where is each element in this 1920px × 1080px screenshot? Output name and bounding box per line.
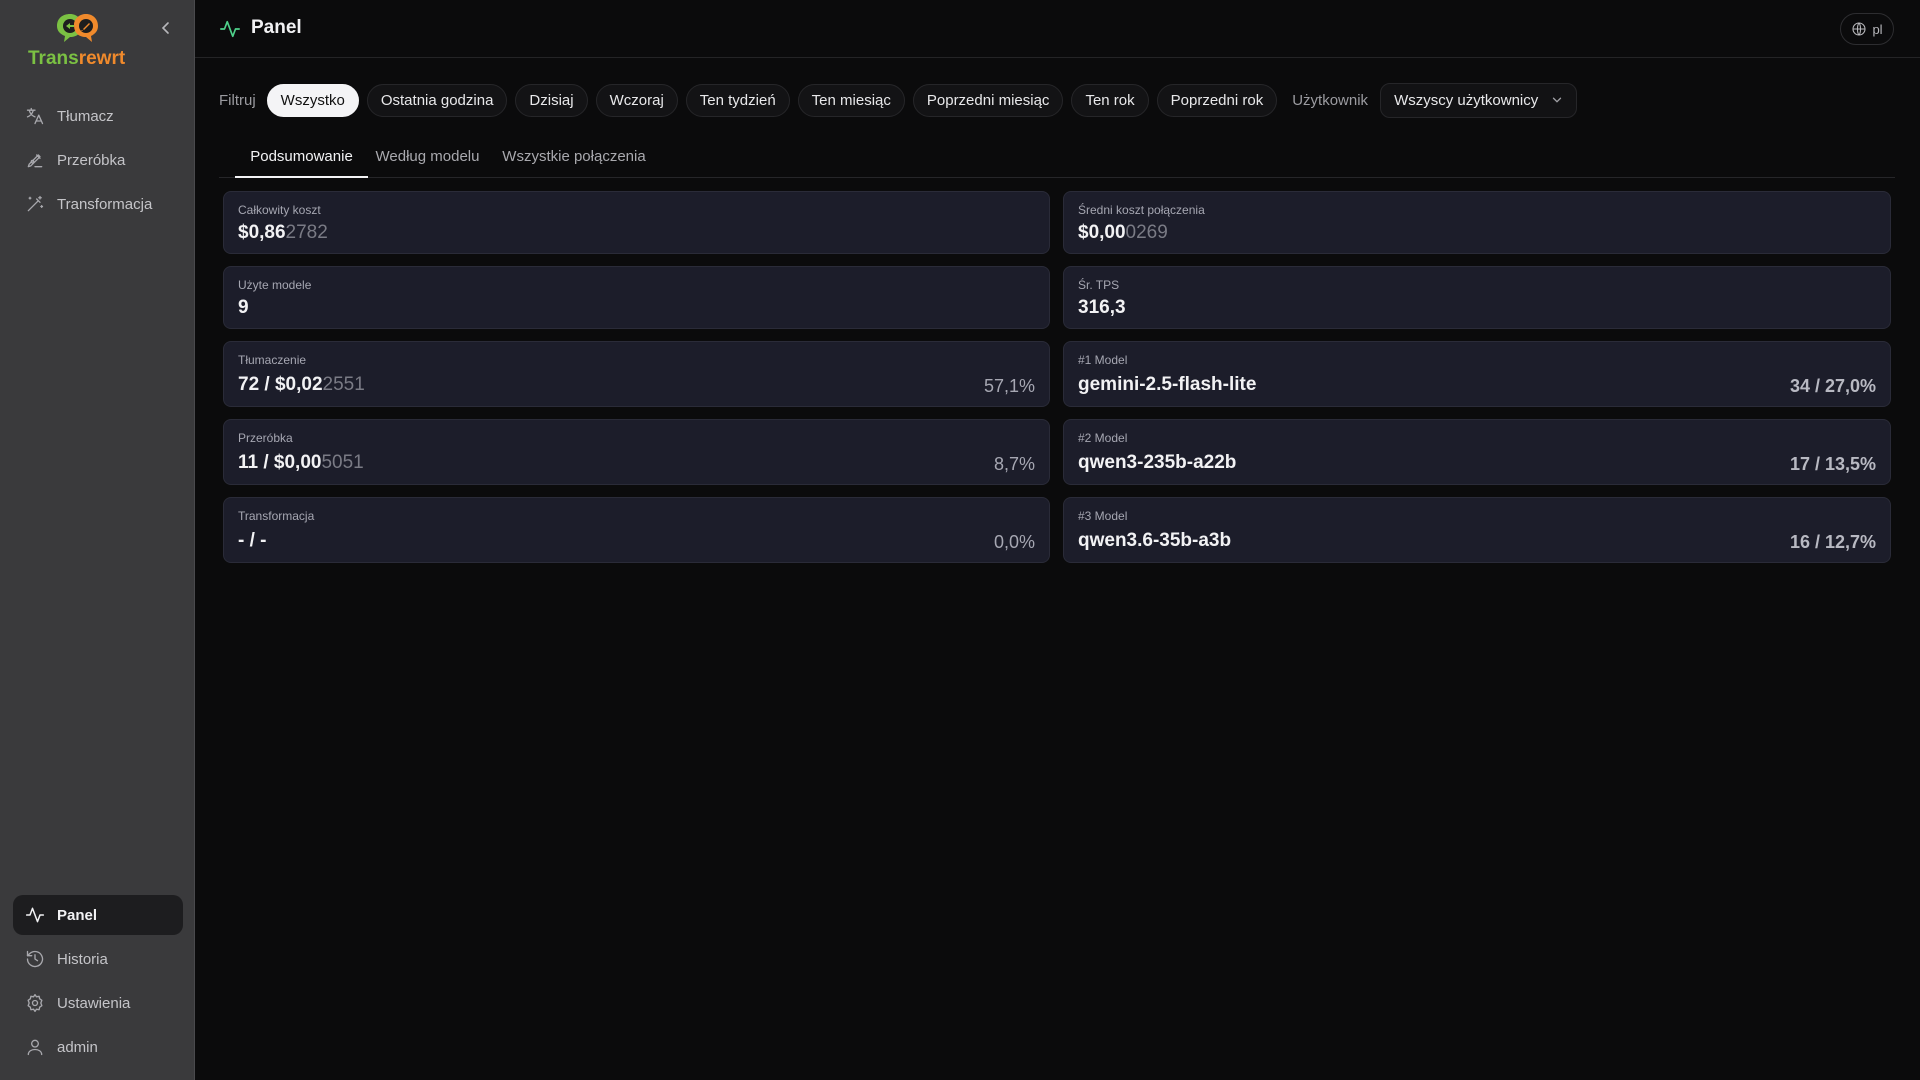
sidebar-item-label: Ustawienia (57, 994, 131, 1012)
card-stat: 16 / 12,7% (1789, 532, 1876, 552)
filter-chip-this-week[interactable]: Ten tydzień (685, 83, 790, 117)
tab-by-model[interactable]: Według modelu (367, 148, 488, 178)
top-model-2-card: #2 Model qwen3-235b-a22b 17 / 13,5% (1063, 419, 1891, 485)
card-label: Tłumaczenie (238, 353, 307, 367)
user-icon (27, 1039, 43, 1056)
sidebar-item-settings[interactable]: Ustawienia (13, 983, 183, 1023)
top-model-1-card: #1 Model gemini-2.5-flash-lite 34 / 27,0… (1063, 341, 1891, 407)
page-title: Panel (251, 17, 302, 38)
sidebar-item-label: Przeróbka (57, 151, 126, 169)
card-stat: 34 / 27,0% (1789, 376, 1876, 396)
translation-card: Tłumaczenie 72 / $0,022551 57,1% (223, 341, 1050, 407)
card-label: Średni koszt połączenia (1078, 203, 1205, 217)
card-percentage: 0,0% (993, 532, 1035, 552)
collapse-sidebar-button[interactable] (156, 18, 176, 38)
wand-icon (27, 195, 44, 212)
sidebar-item-label: Panel (57, 906, 98, 924)
sidebar-item-rewrite[interactable]: Przeróbka (13, 140, 183, 180)
filter-label: Filtruj (219, 91, 256, 109)
pen-icon (27, 154, 43, 168)
card-value: $0,862782 (238, 222, 328, 243)
top-bar: Panel pl (195, 0, 1920, 58)
card-label: Transformacja (238, 509, 315, 523)
sidebar-item-label: admin (57, 1038, 98, 1056)
translate-icon (26, 107, 44, 125)
card-value: $0,000269 (1078, 222, 1168, 243)
rewrite-card: Przeróbka 11 / $0,005051 8,7% (223, 419, 1050, 485)
card-label: #2 Model (1078, 431, 1128, 445)
logo-text: Transrewrt (28, 48, 126, 69)
sidebar-item-user[interactable]: admin (13, 1027, 183, 1067)
tab-bar: Podsumowanie Według modelu Wszystkie poł… (219, 140, 1895, 178)
card-label: Użyte modele (238, 278, 312, 292)
filter-bar: Filtruj Wszystko Ostatnia godzina Dzisia… (219, 82, 1578, 118)
app-logo[interactable]: Transrewrt (28, 12, 126, 74)
filter-chip-all[interactable]: Wszystko (266, 83, 359, 117)
filter-chip-this-month[interactable]: Ten miesiąc (797, 83, 905, 117)
globe-icon (1852, 22, 1866, 36)
card-label: Całkowity koszt (238, 203, 321, 217)
sidebar-item-transform[interactable]: Transformacja (13, 184, 183, 224)
chevron-left-icon (161, 22, 169, 34)
filter-chip-yesterday[interactable]: Wczoraj (595, 83, 678, 117)
user-select[interactable]: Wszyscy użytkownicy (1380, 82, 1578, 118)
avg-tps-card: Śr. TPS 316,3 (1063, 266, 1891, 329)
total-cost-card: Całkowity koszt $0,862782 (223, 191, 1050, 254)
filter-chip-today[interactable]: Dzisiaj (515, 83, 588, 117)
card-stat: 17 / 13,5% (1789, 454, 1876, 474)
language-button[interactable]: pl (1840, 13, 1894, 45)
filter-chip-previous-year[interactable]: Poprzedni rok (1156, 83, 1278, 117)
card-label: #3 Model (1078, 509, 1128, 523)
card-value: 72 / $0,022551 (238, 374, 365, 395)
filter-chip-this-year[interactable]: Ten rok (1071, 83, 1149, 117)
card-value: 9 (238, 297, 249, 318)
filter-chip-last-hour[interactable]: Ostatnia godzina (366, 83, 508, 117)
card-value: 316,3 (1078, 297, 1126, 318)
activity-icon (220, 20, 240, 38)
sidebar-item-history[interactable]: Historia (13, 939, 183, 979)
tab-summary[interactable]: Podsumowanie (235, 148, 368, 178)
filter-chip-previous-month[interactable]: Poprzedni miesiąc (912, 83, 1064, 117)
user-filter-label: Użytkownik (1292, 91, 1369, 109)
history-icon (26, 950, 44, 968)
card-percentage: 57,1% (983, 376, 1035, 396)
card-label: Śr. TPS (1078, 278, 1120, 292)
tab-all-calls[interactable]: Wszystkie połączenia (499, 148, 649, 178)
card-label: Przeróbka (238, 431, 293, 445)
card-value: - / - (238, 530, 267, 551)
sidebar-item-label: Tłumacz (57, 107, 114, 125)
chevron-down-icon (1553, 97, 1562, 103)
sidebar-item-label: Historia (57, 950, 108, 968)
card-percentage: 8,7% (993, 454, 1035, 474)
card-value: gemini-2.5-flash-lite (1078, 374, 1257, 395)
sidebar-item-label: Transformacja (57, 195, 153, 213)
card-value: 11 / $0,005051 (238, 452, 364, 473)
avg-cost-card: Średni koszt połączenia $0,000269 (1063, 191, 1891, 254)
card-value: qwen3.6-35b-a3b (1078, 530, 1232, 551)
top-model-3-card: #3 Model qwen3.6-35b-a3b 16 / 12,7% (1063, 497, 1891, 563)
user-select-value: Wszyscy użytkownicy (1394, 91, 1539, 109)
sidebar-item-panel[interactable]: Panel (13, 895, 183, 935)
sidebar: Transrewrt Tłumacz Przeróbka Transformac… (0, 0, 195, 1080)
transform-card: Transformacja - / - 0,0% (223, 497, 1050, 563)
sidebar-item-translate[interactable]: Tłumacz (13, 96, 183, 136)
card-value: qwen3-235b-a22b (1078, 452, 1237, 473)
card-label: #1 Model (1078, 353, 1128, 367)
language-code: pl (1872, 21, 1883, 37)
activity-icon (25, 907, 45, 923)
models-used-card: Użyte modele 9 (223, 266, 1050, 329)
logo-icon (57, 14, 98, 42)
gear-icon (27, 994, 43, 1012)
